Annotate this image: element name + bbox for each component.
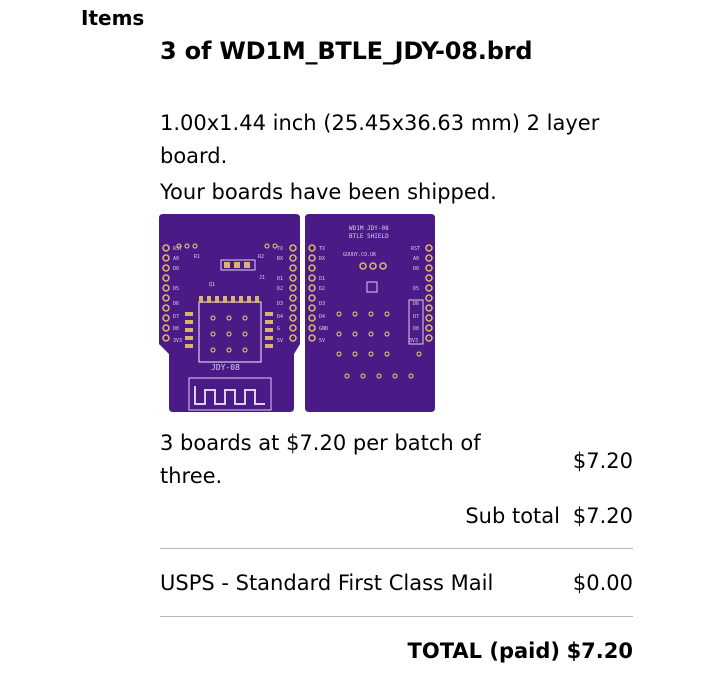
bottom-silk-d6: D6: [413, 301, 419, 307]
bottom-silk-d5: D5: [413, 286, 419, 292]
bottom-silk-d3: D3: [319, 301, 325, 307]
bottom-silk-gnd: GND: [319, 326, 328, 332]
product-title: 3 of WD1M_BTLE_JDY-08.brd: [160, 37, 533, 65]
bottom-silk-5v: 5V: [319, 338, 325, 344]
top-silk-d1: D1: [277, 276, 283, 282]
top-silk-d0: D0: [173, 266, 179, 272]
bottom-silk-d8: D8: [413, 326, 419, 332]
bottom-silk-title: WD1M JDY-08: [349, 225, 389, 232]
top-silk-d3: D3: [277, 301, 283, 307]
top-silk-r2: R2: [258, 254, 264, 260]
pcb-preview-images: RST A0 D0 D5 D6 D7 D8 3V3 TX RX D1 D2 D3…: [159, 214, 435, 412]
top-silk-d5: D5: [173, 286, 179, 292]
top-silk-g: G: [277, 326, 280, 332]
shipping-status: Your boards have been shipped.: [160, 180, 497, 204]
bottom-silk-d1: D1: [319, 276, 325, 282]
pcb-bottom-view: WD1M JDY-08 BTLE SHIELD GUUUY.CO.UK TX R…: [305, 214, 435, 412]
top-silk-j1: J1: [259, 275, 265, 281]
bottom-silk-rst: RST: [411, 246, 420, 252]
bottom-silk-3v3: 3V3: [409, 338, 418, 344]
top-silk-3v3: 3V3: [173, 338, 182, 344]
shipping-amount: $0.00: [572, 571, 633, 595]
bottom-silk-rx: RX: [319, 256, 325, 262]
bottom-silk-d0: D0: [413, 266, 419, 272]
bottom-silk-tx: TX: [319, 246, 325, 252]
item-price: $7.20: [572, 449, 633, 473]
bottom-silk-d2: D2: [319, 286, 325, 292]
top-silk-d7: D7: [173, 314, 179, 320]
bottom-silk-a0: A0: [413, 256, 419, 262]
top-silk-d8: D8: [173, 326, 179, 332]
divider-before-total: [160, 616, 633, 617]
bottom-silk-d7: D7: [413, 314, 419, 320]
shipping-method-label: USPS - Standard First Class Mail: [160, 571, 494, 595]
top-silk-d4: D4: [277, 314, 283, 320]
items-heading: Items: [81, 6, 145, 30]
top-silk-q1: Q1: [209, 282, 215, 288]
total-amount: $7.20: [566, 639, 633, 663]
top-silk-jdy08: JDY-08: [211, 363, 240, 372]
pcb-top-view: RST A0 D0 D5 D6 D7 D8 3V3 TX RX D1 D2 D3…: [159, 214, 300, 412]
top-silk-d6: D6: [173, 301, 179, 307]
top-silk-5v: 5V: [277, 338, 283, 344]
subtotal-amount: $7.20: [572, 504, 633, 528]
divider-after-subtotal: [160, 548, 633, 549]
top-silk-rx: RX: [277, 256, 283, 262]
top-silk-a0: A0: [173, 256, 179, 262]
top-silk-r1: R1: [194, 254, 200, 260]
subtotal-label: Sub total: [465, 504, 560, 528]
bottom-silk-d4: D4: [319, 314, 325, 320]
bottom-silk-url: GUUUY.CO.UK: [343, 252, 376, 258]
top-silk-tx: TX: [277, 246, 283, 252]
top-silk-d2: D2: [277, 286, 283, 292]
board-description: 1.00x1.44 inch (25.45x36.63 mm) 2 layer …: [160, 111, 600, 168]
bottom-silk-subtitle: BTLE SHIELD: [349, 233, 389, 240]
price-description: 3 boards at $7.20 per batch of three.: [160, 431, 481, 488]
total-label: TOTAL (paid): [407, 639, 560, 663]
pcb-render: RST A0 D0 D5 D6 D7 D8 3V3 TX RX D1 D2 D3…: [159, 214, 435, 412]
